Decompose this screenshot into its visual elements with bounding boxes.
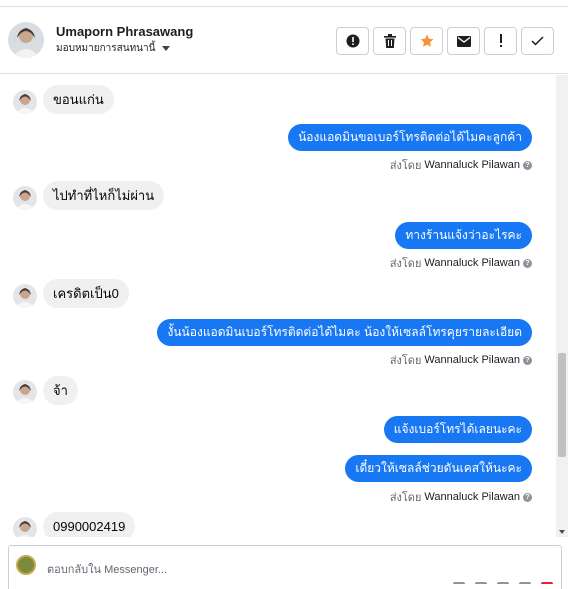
envelope-icon [456, 35, 471, 47]
star-icon [420, 34, 433, 47]
conversation-actions [336, 27, 554, 55]
message-outgoing[interactable]: น้องแอดมินขอเบอร์โทรติดต่อได้ไมคะลูกค้า [288, 124, 532, 151]
sender-name[interactable]: Wannaluck Pilawan [424, 491, 520, 503]
delete-button[interactable] [373, 27, 406, 55]
reply-input[interactable]: ตอบกลับใน Messenger... [47, 560, 167, 578]
sent-by-row: ส่งโดย Wannaluck Pilawan ? [390, 351, 532, 369]
scrollbar-thumb[interactable] [558, 353, 566, 457]
mark-unread-button[interactable] [447, 27, 480, 55]
exclamation-icon [499, 34, 502, 47]
attach-icon[interactable] [453, 582, 465, 589]
contact-avatar-small [13, 380, 37, 404]
message-incoming[interactable]: ขอนแก่น [43, 85, 114, 114]
follow-up-button[interactable] [484, 27, 517, 55]
sent-by-row: ส่งโดย Wannaluck Pilawan ? [390, 156, 532, 174]
help-icon[interactable]: ? [523, 492, 532, 502]
contact-avatar-small [13, 90, 37, 114]
mark-done-button[interactable] [521, 27, 554, 55]
star-button[interactable] [410, 27, 443, 55]
top-bar [0, 0, 568, 7]
sent-by-label: ส่งโดย [389, 355, 422, 367]
message-incoming[interactable]: 0990002419 [43, 512, 136, 537]
message-outgoing[interactable]: เดี๋ยวให้เซลล์ช่วยดันเคสให้นะคะ [345, 455, 532, 482]
alert-circle-icon [346, 34, 359, 48]
composer-tools [453, 582, 553, 589]
assign-label: มอบหมายการสนทนานี้ [56, 43, 156, 54]
assign-conversation-dropdown[interactable]: มอบหมายการสนทนานี้ [56, 41, 171, 56]
sent-by-label: ส่งโดย [389, 492, 422, 504]
sent-by-label: ส่งโดย [389, 160, 422, 172]
contact-avatar-small [13, 186, 37, 210]
trash-icon [383, 34, 396, 48]
sender-name[interactable]: Wannaluck Pilawan [424, 159, 520, 171]
message-outgoing[interactable]: ทางร้านแจ้งว่าอะไรคะ [395, 222, 532, 249]
message-incoming[interactable]: จ้า [43, 376, 78, 405]
scroll-down-arrow-icon[interactable] [559, 530, 565, 534]
mark-spam-button[interactable] [336, 27, 369, 55]
sender-name[interactable]: Wannaluck Pilawan [424, 354, 520, 366]
thread-scrollbar[interactable] [556, 75, 568, 537]
message-outgoing[interactable]: แจ้งเบอร์โทรได้เลยนะคะ [383, 416, 532, 443]
message-outgoing[interactable]: งั้นน้องแอดมินเบอร์โทรติดต่อได้ไมคะ น้อง… [157, 319, 532, 346]
sender-name[interactable]: Wannaluck Pilawan [424, 257, 520, 269]
image-icon[interactable] [475, 582, 487, 589]
sent-by-row: ส่งโดย Wannaluck Pilawan ? [390, 488, 532, 506]
reply-composer[interactable]: ตอบกลับใน Messenger... [8, 545, 562, 589]
contact-avatar-small [13, 517, 37, 537]
help-icon[interactable]: ? [523, 355, 532, 365]
check-icon [531, 36, 544, 46]
sent-by-row: ส่งโดย Wannaluck Pilawan ? [390, 254, 532, 272]
sent-by-label: ส่งโดย [389, 258, 422, 270]
chevron-down-icon [162, 46, 171, 51]
gif-icon[interactable] [519, 582, 531, 589]
emoji-icon[interactable] [497, 582, 509, 589]
conversation-header: Umaporn Phrasawang มอบหมายการสนทนานี้ [0, 7, 568, 74]
message-incoming[interactable]: ไปทำที่ไหก็ไม่ผ่าน [43, 181, 165, 210]
contact-avatar[interactable] [8, 22, 44, 58]
message-thread: ขอนแก่น น้องแอดมินขอเบอร์โทรติดต่อได้ไมค… [0, 75, 556, 537]
help-icon[interactable]: ? [523, 258, 532, 268]
page-avatar [16, 555, 36, 575]
notification-icon[interactable] [541, 582, 553, 589]
help-icon[interactable]: ? [523, 160, 532, 170]
contact-name[interactable]: Umaporn Phrasawang [56, 24, 193, 39]
message-incoming[interactable]: เครดิตเป็น0 [43, 279, 129, 308]
contact-avatar-small [13, 284, 37, 308]
